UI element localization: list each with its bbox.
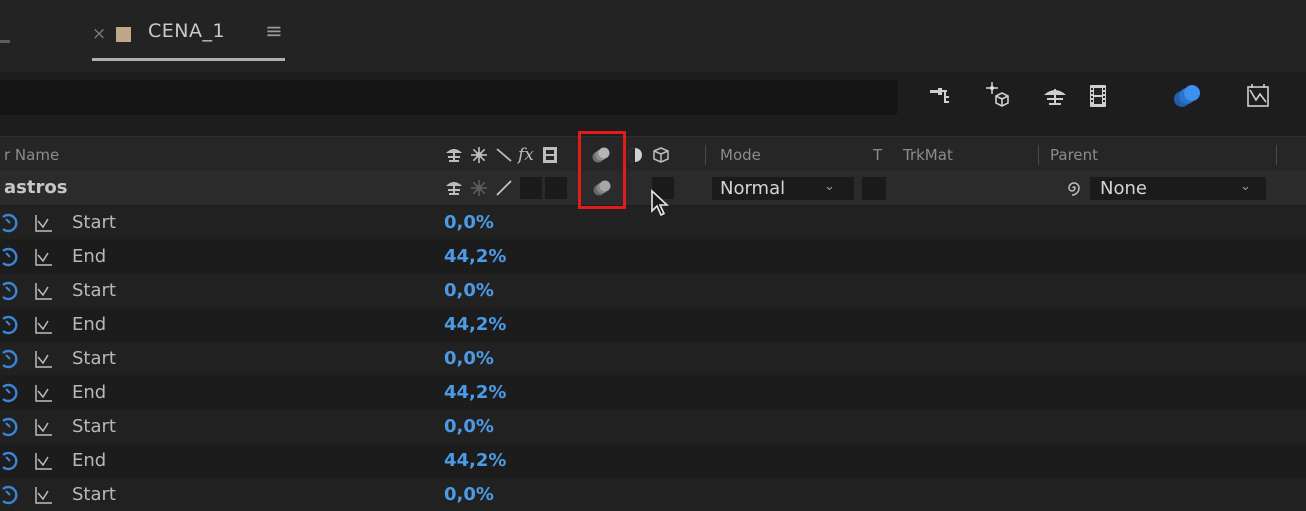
property-value[interactable]: 0,0%: [444, 280, 494, 301]
hide-shy-layers-icon[interactable]: [1035, 76, 1075, 116]
tab-menu-icon[interactable]: ≡: [265, 19, 283, 43]
property-name: Start: [72, 212, 116, 233]
property-row[interactable]: End 44,2%: [0, 240, 1306, 273]
property-name: Start: [72, 280, 116, 301]
graph-editor-set-icon[interactable]: [34, 213, 54, 233]
tab-close-icon[interactable]: ×: [92, 24, 106, 44]
pick-whip-icon[interactable]: [1064, 178, 1084, 198]
svg-text:fx: fx: [517, 145, 534, 164]
frame-blend-switch-icon: [540, 145, 560, 165]
property-value[interactable]: 0,0%: [444, 416, 494, 437]
adjustment-layer-icon: [625, 145, 645, 165]
layer-name-header[interactable]: r Name: [4, 146, 59, 164]
layer-quality-switch-icon[interactable]: [494, 178, 514, 198]
graph-editor-set-icon[interactable]: [34, 417, 54, 437]
property-row[interactable]: Start 0,0%: [0, 342, 1306, 375]
stopwatch-icon[interactable]: [0, 349, 20, 369]
shy-switch-icon: [444, 145, 464, 165]
property-name: End: [72, 450, 107, 471]
parent-header[interactable]: Parent: [1050, 146, 1098, 164]
timeline-column-headers: r Name fx Mode T TrkMat Parent: [0, 136, 1306, 172]
blend-mode-select[interactable]: Normal ⌄: [712, 177, 854, 200]
property-row[interactable]: Start 0,0%: [0, 478, 1306, 511]
layer-shy-switch-icon[interactable]: [444, 178, 464, 198]
property-value[interactable]: 44,2%: [444, 246, 506, 267]
graph-editor-set-icon[interactable]: [34, 315, 54, 335]
property-value[interactable]: 0,0%: [444, 484, 494, 505]
parent-value: None: [1100, 178, 1147, 199]
active-tab-underline: [92, 58, 285, 61]
property-name: End: [72, 314, 107, 335]
layer-frame-blend-switch[interactable]: [545, 177, 567, 199]
previous-tab-edge[interactable]: [0, 40, 10, 43]
column-divider[interactable]: [705, 145, 706, 165]
graph-editor-set-icon[interactable]: [34, 349, 54, 369]
frame-blending-icon[interactable]: [1078, 76, 1118, 116]
preserve-transparency-switch[interactable]: [862, 177, 886, 200]
stopwatch-icon[interactable]: [0, 213, 20, 233]
property-value[interactable]: 44,2%: [444, 314, 506, 335]
property-name: Start: [72, 348, 116, 369]
composition-color-swatch: [116, 27, 131, 42]
property-value[interactable]: 0,0%: [444, 348, 494, 369]
stopwatch-icon[interactable]: [0, 451, 20, 471]
property-name: End: [72, 246, 107, 267]
property-name: End: [72, 382, 107, 403]
motion-blur-column-highlight: [578, 131, 626, 209]
property-row[interactable]: End 44,2%: [0, 444, 1306, 477]
mode-header[interactable]: Mode: [720, 146, 761, 164]
parent-select[interactable]: None ⌄: [1090, 177, 1266, 200]
property-name: Start: [72, 484, 116, 505]
draft-3d-icon[interactable]: [978, 76, 1018, 116]
track-matte-t-header[interactable]: T: [873, 146, 882, 164]
chevron-down-icon: ⌄: [824, 179, 835, 194]
property-name: Start: [72, 416, 116, 437]
property-row[interactable]: End 44,2%: [0, 376, 1306, 409]
layer-name[interactable]: astros: [4, 177, 67, 198]
collapse-transformations-icon: [469, 145, 489, 165]
property-row[interactable]: End 44,2%: [0, 308, 1306, 341]
property-value[interactable]: 44,2%: [444, 450, 506, 471]
trkmat-header[interactable]: TrkMat: [903, 146, 953, 164]
stopwatch-icon[interactable]: [0, 383, 20, 403]
stopwatch-icon[interactable]: [0, 315, 20, 335]
stopwatch-icon[interactable]: [0, 247, 20, 267]
mouse-cursor-icon: [650, 189, 674, 219]
blend-mode-value: Normal: [720, 178, 786, 199]
graph-editor-set-icon[interactable]: [34, 247, 54, 267]
graph-editor-set-icon[interactable]: [34, 281, 54, 301]
property-value[interactable]: 0,0%: [444, 212, 494, 233]
property-row[interactable]: Start 0,0%: [0, 410, 1306, 443]
chevron-down-icon: ⌄: [1240, 179, 1251, 194]
column-divider[interactable]: [1038, 145, 1039, 165]
stopwatch-icon[interactable]: [0, 485, 20, 505]
graph-editor-set-icon[interactable]: [34, 451, 54, 471]
motion-blur-toggle-icon[interactable]: [1167, 76, 1207, 116]
property-row[interactable]: Start 0,0%: [0, 274, 1306, 307]
tab-label[interactable]: CENA_1: [148, 20, 225, 42]
stopwatch-icon[interactable]: [0, 417, 20, 437]
column-divider[interactable]: [1276, 145, 1277, 165]
quality-switch-icon: [494, 145, 514, 165]
graph-editor-set-icon[interactable]: [34, 383, 54, 403]
composition-flowchart-icon[interactable]: [920, 76, 960, 116]
graph-editor-set-icon[interactable]: [34, 485, 54, 505]
3d-layer-icon: [651, 145, 671, 165]
effect-fx-icon: fx: [516, 144, 537, 165]
layer-search-input[interactable]: [0, 80, 898, 115]
stopwatch-icon[interactable]: [0, 281, 20, 301]
panel-tab-bar: × CENA_1 ≡: [0, 0, 1306, 72]
layer-collapse-switch-icon[interactable]: [469, 178, 489, 198]
graph-editor-icon[interactable]: [1238, 76, 1278, 116]
layer-effect-switch[interactable]: [520, 177, 542, 199]
property-value[interactable]: 44,2%: [444, 382, 506, 403]
